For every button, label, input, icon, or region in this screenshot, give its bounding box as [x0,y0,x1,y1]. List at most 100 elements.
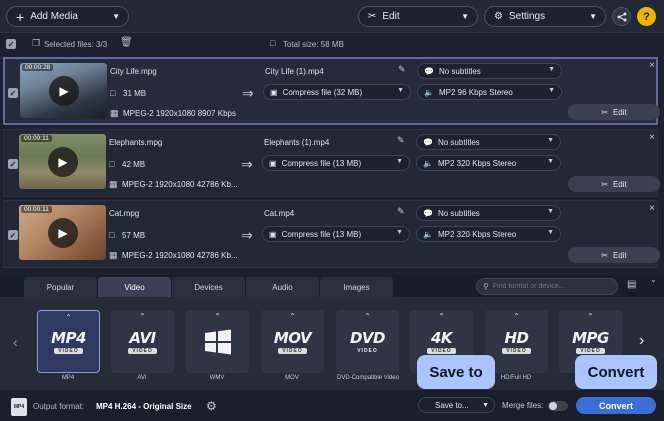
search-icon: ⚲ [483,282,489,291]
video-info: MPEG-2 1920x1080 42786 Kb... [122,251,238,260]
close-icon[interactable]: × [649,60,655,71]
convert-arrow-icon: ⇒ [242,85,254,101]
top-toolbar: + Add Media ▼ ✂ Edit ▼ ⚙ Settings ▼ ? [0,0,664,33]
file-name: City Life.mpg [110,67,157,76]
pencil-icon[interactable]: ✎ [397,135,405,146]
video-thumbnail[interactable]: 00:00:28 ▶ [20,63,107,118]
pencil-icon[interactable]: ✎ [398,64,406,75]
play-icon[interactable]: ▶ [48,147,78,177]
tab-images[interactable]: Images [320,277,393,297]
file-icon: □ [110,88,116,98]
compress-dropdown[interactable]: ▣ Compress file (32 MB) ▼ [263,84,411,100]
save-to-button[interactable]: Save to... ▼ [418,397,495,413]
scissors-icon: ✂ [601,179,608,189]
audio-label: MP2 320 Kbps Stereo [437,158,517,168]
file-row[interactable]: ✓ 00:00:28 ▶ City Life.mpg □ 31 MB ▦ MPE… [3,57,660,125]
file-checkbox[interactable]: ✓ [8,230,18,240]
tab-popular[interactable]: Popular [24,277,97,297]
play-icon[interactable]: ▶ [49,76,79,106]
save-to-tooltip: Save to [417,355,495,389]
video-thumbnail[interactable]: 00:00:11 ▶ [19,205,106,260]
chevron-down-icon: ▼ [461,12,469,21]
format-mov[interactable]: ⌃ MOV VIDEO [261,310,324,373]
pencil-icon[interactable]: ✎ [397,206,405,217]
compress-label: Compress file (13 MB) [281,158,362,168]
video-thumbnail[interactable]: 00:00:11 ▶ [19,134,106,189]
scroll-right-icon[interactable]: › [639,332,644,350]
speaker-icon: 🔈 [424,87,434,97]
edit-button[interactable]: ✂ Edit [568,176,660,192]
selection-bar: ✓ ❐ Selected files: 3/3 🗑 □ Total size: … [0,34,664,54]
tab-audio[interactable]: Audio [246,277,319,297]
close-icon[interactable]: × [649,203,655,214]
audio-dropdown[interactable]: 🔈 MP2 320 Kbps Stereo ▼ [416,226,561,242]
gear-icon: ⚙ [494,11,503,22]
help-button[interactable]: ? [637,7,656,26]
convert-button[interactable]: Convert [576,397,656,414]
share-button[interactable] [612,7,631,26]
compress-label: Compress file (32 MB) [282,87,363,97]
output-name: Cat.mp4 [264,209,295,218]
settings-menu-button[interactable]: ⚙ Settings ▼ [484,6,606,27]
chevron-down-icon: ▼ [396,229,403,236]
format-logo: DVD [349,329,386,347]
tab-devices[interactable]: Devices [172,277,245,297]
search-input[interactable] [492,283,611,290]
format-sublogo: VIDEO [278,348,307,354]
share-icon [617,12,626,21]
edit-menu-button[interactable]: ✂ Edit ▼ [358,6,478,27]
file-row[interactable]: ✓ 00:00:11 ▶ Cat.mpg □ 57 MB ▦ MPEG-2 19… [3,200,660,268]
chevron-down-icon: ▼ [482,401,489,409]
collapse-chevron-icon[interactable]: ⌄ [650,275,657,284]
subtitles-label: No subtitles [438,66,481,76]
format-logo: MOV [273,329,312,347]
compress-icon: ▣ [269,158,277,168]
edit-label: Edit [612,179,627,189]
file-row[interactable]: ✓ 00:00:11 ▶ Elephants.mpg □ 42 MB ▦ MPE… [3,129,660,197]
trash-icon[interactable]: 🗑 [120,37,133,48]
convert-tooltip: Convert [575,355,657,389]
scissors-icon: ✂ [601,107,608,117]
subtitles-dropdown[interactable]: 💬 No subtitles ▼ [416,134,561,150]
format-sublogo: VIDEO [357,348,378,354]
file-checkbox[interactable]: ✓ [8,88,18,98]
video-info-icon: ▦ [110,108,119,118]
format-label: WMV [209,375,225,381]
chevron-up-icon: ⌃ [289,312,296,321]
chevron-up-icon: ⌃ [587,312,594,321]
merge-files-toggle[interactable] [548,401,568,411]
gear-icon[interactable]: ⚙ [206,399,217,413]
file-size: 42 MB [122,160,146,169]
format-wmv[interactable]: ⌃ [186,310,249,373]
format-dvd[interactable]: ⌃ DVD VIDEO [336,310,399,373]
format-mp4[interactable]: ⌃ MP4 VIDEO [37,310,100,373]
edit-button[interactable]: ✂ Edit [568,104,660,120]
add-media-button[interactable]: + Add Media ▼ [6,6,129,27]
close-icon[interactable]: × [649,132,655,143]
edit-label: Edit [612,250,627,260]
chevron-down-icon: ▼ [397,87,404,94]
scissors-icon: ✂ [601,250,608,260]
device-detect-icon[interactable]: ▤ [627,279,636,290]
compress-dropdown[interactable]: ▣ Compress file (13 MB) ▼ [262,155,410,171]
output-format-label: Output format: [33,402,85,411]
file-checkbox[interactable]: ✓ [8,159,18,169]
select-all-checkbox[interactable]: ✓ [6,39,16,49]
subtitles-dropdown[interactable]: 💬 No subtitles ▼ [416,205,561,221]
format-avi[interactable]: ⌃ AVI VIDEO [111,310,174,373]
audio-dropdown[interactable]: 🔈 MP2 96 Kbps Stereo ▼ [417,84,562,100]
file-size: 57 MB [122,231,146,240]
edit-button[interactable]: ✂ Edit [568,247,660,263]
play-icon[interactable]: ▶ [48,218,78,248]
chevron-down-icon: ▼ [548,66,555,73]
audio-dropdown[interactable]: 🔈 MP2 320 Kbps Stereo ▼ [416,155,561,171]
compress-dropdown[interactable]: ▣ Compress file (13 MB) ▼ [262,226,410,242]
scroll-left-icon[interactable]: ‹ [13,334,18,350]
subtitles-dropdown[interactable]: 💬 No subtitles ▼ [417,63,562,79]
tab-video[interactable]: Video [98,277,171,297]
search-box[interactable]: ⚲ [476,278,618,295]
format-sublogo: VIDEO [502,348,531,354]
subtitle-icon: 💬 [423,137,433,147]
speaker-icon: 🔈 [423,229,433,239]
chevron-down-icon: ▼ [589,12,597,21]
